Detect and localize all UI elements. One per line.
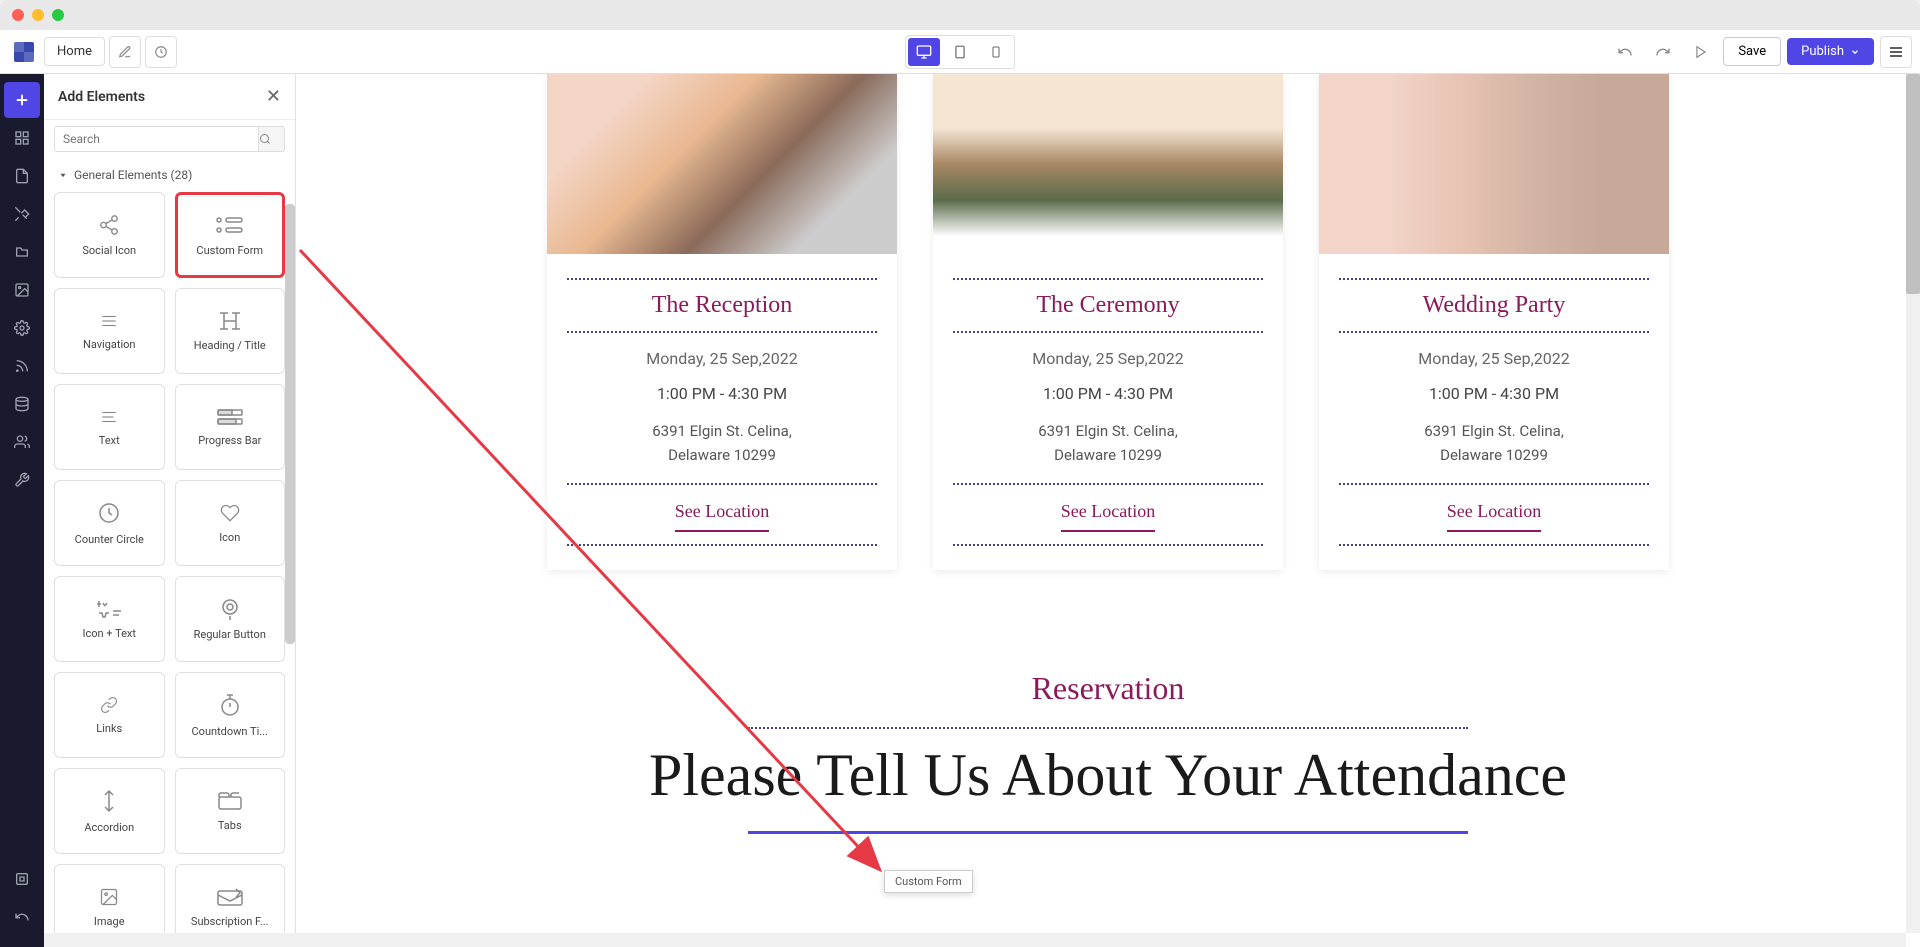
card-address: 6391 Elgin St. Celina, Delaware 10299: [953, 411, 1263, 475]
regular-button-element[interactable]: Regular Button: [175, 576, 286, 662]
save-button[interactable]: Save: [1723, 37, 1781, 66]
text-element[interactable]: Text: [54, 384, 165, 470]
icon-text-element[interactable]: Icon + Text: [54, 576, 165, 662]
mobile-view-button[interactable]: [980, 38, 1012, 66]
device-switcher: [905, 35, 1015, 69]
reservation-section[interactable]: Reservation Please Tell Us About Your At…: [296, 630, 1920, 874]
links-element[interactable]: Links: [54, 672, 165, 758]
pages-rail-button[interactable]: [4, 158, 40, 194]
top-toolbar: Home Save Publish: [0, 30, 1920, 74]
accordion-element[interactable]: Accordion: [54, 768, 165, 854]
see-location-link[interactable]: See Location: [1447, 493, 1541, 532]
help-rail-button[interactable]: [4, 861, 40, 897]
app-logo[interactable]: [8, 36, 40, 68]
icon-element[interactable]: Icon: [175, 480, 286, 566]
undo-icon[interactable]: [1609, 36, 1641, 68]
panel-scrollbar[interactable]: [285, 204, 295, 947]
publish-button[interactable]: Publish: [1787, 38, 1874, 65]
see-location-link[interactable]: See Location: [1061, 493, 1155, 532]
design-rail-button[interactable]: [4, 196, 40, 232]
countdown-timer-element[interactable]: Countdown Ti...: [175, 672, 286, 758]
reception-card[interactable]: The Reception Monday, 25 Sep,2022 1:00 P…: [547, 74, 897, 570]
menu-icon[interactable]: [1880, 36, 1912, 68]
card-title: The Reception: [567, 288, 877, 323]
tablet-view-button[interactable]: [944, 38, 976, 66]
general-elements-section-header[interactable]: General Elements (28): [44, 158, 295, 188]
card-title: The Ceremony: [953, 288, 1263, 323]
collapse-rail-button[interactable]: [4, 899, 40, 935]
panel-title: Add Elements: [58, 89, 145, 105]
window-titlebar: [0, 0, 1920, 30]
heading-element[interactable]: Heading / Title: [175, 288, 286, 374]
counter-circle-element[interactable]: Counter Circle: [54, 480, 165, 566]
card-date: Monday, 25 Sep,2022: [1339, 341, 1649, 376]
desktop-view-button[interactable]: [908, 38, 940, 66]
close-window-button[interactable]: [12, 9, 24, 21]
minimize-window-button[interactable]: [32, 9, 44, 21]
layers-rail-button[interactable]: [4, 234, 40, 270]
add-element-rail-button[interactable]: [4, 82, 40, 118]
tabs-element[interactable]: Tabs: [175, 768, 286, 854]
redo-icon[interactable]: [1647, 36, 1679, 68]
card-title: Wedding Party: [1339, 288, 1649, 323]
add-elements-panel: Add Elements ✕ General Elements (28) Soc…: [44, 74, 296, 947]
sections-rail-button[interactable]: [4, 120, 40, 156]
data-rail-button[interactable]: [4, 386, 40, 422]
social-icon-element[interactable]: Social Icon: [54, 192, 165, 278]
settings-rail-button[interactable]: [4, 310, 40, 346]
preview-icon[interactable]: [1685, 36, 1717, 68]
ceremony-card[interactable]: The Ceremony Monday, 25 Sep,2022 1:00 PM…: [933, 74, 1283, 570]
navigation-element[interactable]: Navigation: [54, 288, 165, 374]
reservation-heading: Please Tell Us About Your Attendance: [316, 739, 1900, 811]
home-button[interactable]: Home: [44, 37, 105, 66]
custom-form-element[interactable]: Custom Form: [175, 192, 286, 278]
card-time: 1:00 PM - 4:30 PM: [1339, 376, 1649, 411]
search-icon[interactable]: [259, 126, 285, 152]
horizontal-scrollbar[interactable]: [44, 933, 1906, 947]
party-card[interactable]: Wedding Party Monday, 25 Sep,2022 1:00 P…: [1319, 74, 1669, 570]
reception-image: [547, 74, 897, 254]
card-date: Monday, 25 Sep,2022: [953, 341, 1263, 376]
history-icon[interactable]: [145, 36, 177, 68]
caret-down-icon: [58, 170, 68, 180]
see-location-link[interactable]: See Location: [675, 493, 769, 532]
card-address: 6391 Elgin St. Celina, Delaware 10299: [567, 411, 877, 475]
vertical-scrollbar[interactable]: [1906, 74, 1920, 933]
ceremony-image: [933, 74, 1283, 254]
maximize-window-button[interactable]: [52, 9, 64, 21]
edit-icon[interactable]: [109, 36, 141, 68]
progress-bar-element[interactable]: Progress Bar: [175, 384, 286, 470]
users-rail-button[interactable]: [4, 424, 40, 460]
tools-rail-button[interactable]: [4, 462, 40, 498]
drop-indicator-line: [748, 831, 1468, 834]
card-date: Monday, 25 Sep,2022: [567, 341, 877, 376]
element-search-input[interactable]: [54, 126, 259, 152]
card-time: 1:00 PM - 4:30 PM: [567, 376, 877, 411]
drag-ghost-label: Custom Form: [884, 870, 973, 893]
close-panel-button[interactable]: ✕: [266, 86, 281, 107]
media-rail-button[interactable]: [4, 272, 40, 308]
left-icon-rail: [0, 74, 44, 947]
card-time: 1:00 PM - 4:30 PM: [953, 376, 1263, 411]
editor-canvas[interactable]: The Reception Monday, 25 Sep,2022 1:00 P…: [296, 74, 1920, 947]
card-address: 6391 Elgin St. Celina, Delaware 10299: [1339, 411, 1649, 475]
chevron-down-icon: [1850, 47, 1860, 57]
reservation-label: Reservation: [316, 670, 1900, 707]
party-image: [1319, 74, 1669, 254]
blog-rail-button[interactable]: [4, 348, 40, 384]
